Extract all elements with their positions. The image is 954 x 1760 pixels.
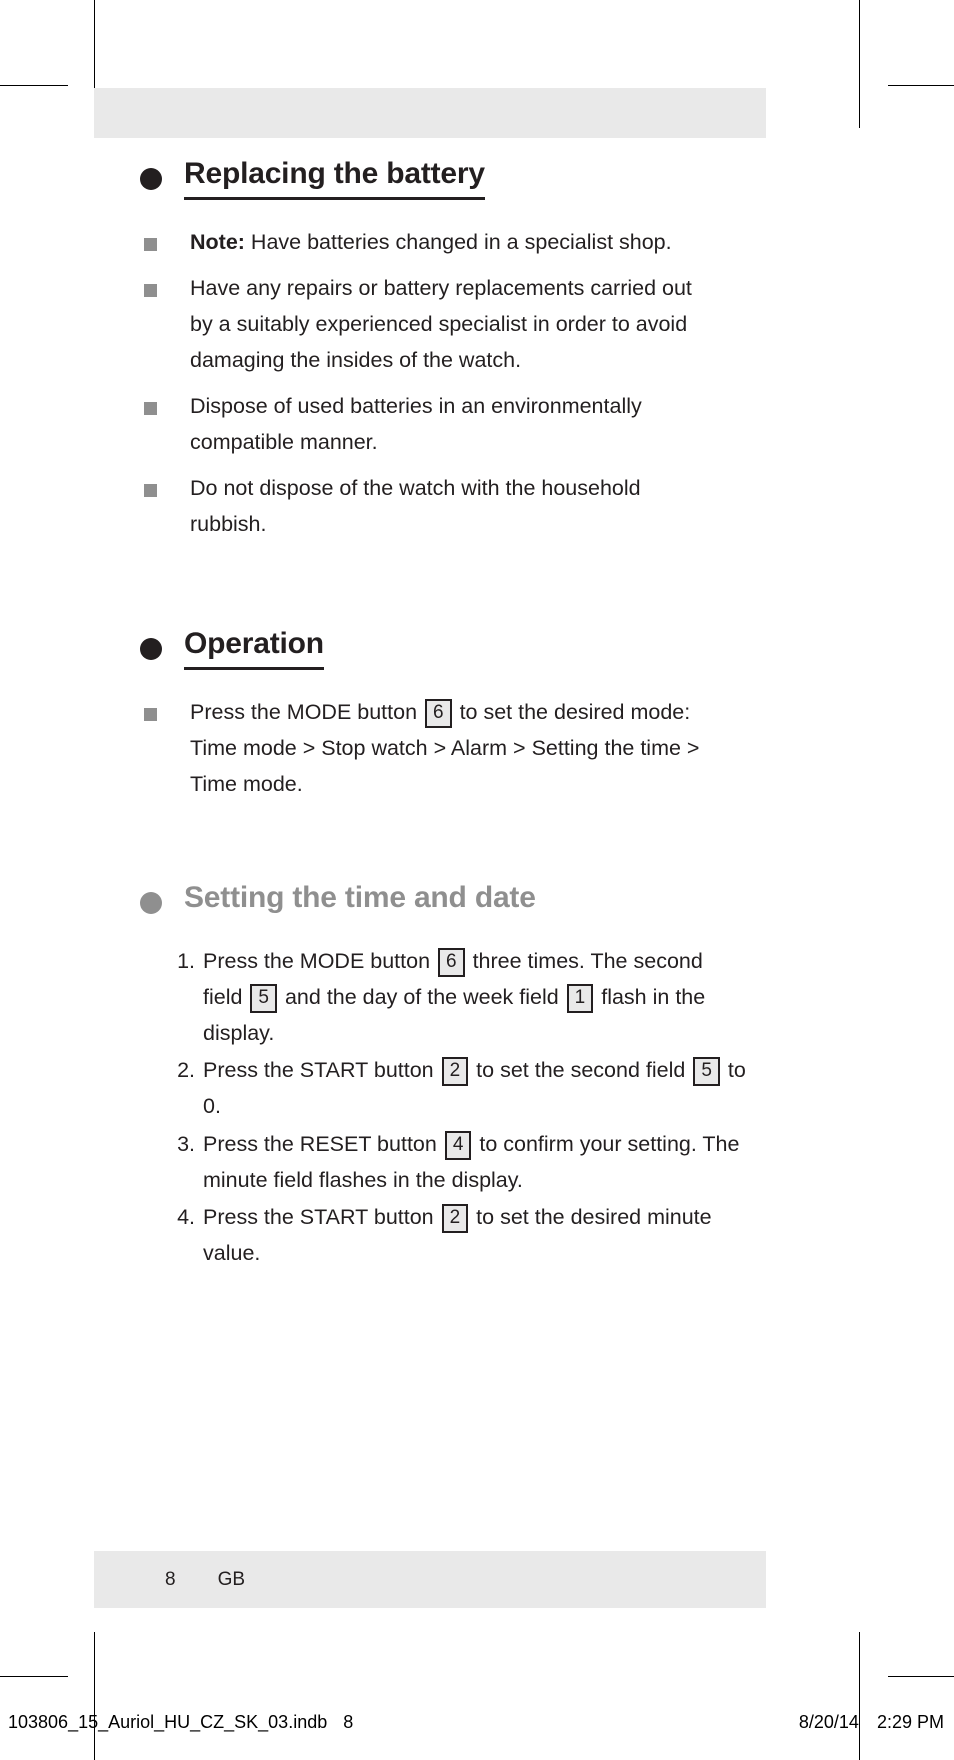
reference-number-box: 5 [693, 1057, 720, 1087]
section-heading-replacing-the-battery: Replacing the battery [94, 156, 766, 200]
list-item-text: Press the MODE button 6 to set the desir… [190, 699, 700, 797]
list-item-text: Press the MODE button 6 three times. The… [203, 947, 706, 1046]
print-slug-time: 2:29 PM [876, 1712, 944, 1732]
page-footer: 8 GB [94, 1551, 766, 1608]
page-content: Replacing the battery Note: Have batteri… [94, 140, 766, 1271]
crop-mark-top-right-horizontal [888, 85, 954, 86]
list-item-text: Have any repairs or battery replacements… [190, 275, 692, 372]
round-bullet-icon [140, 638, 162, 661]
bullet-list-replacing-the-battery: Note: Have batteries changed in a specia… [94, 224, 766, 543]
reference-number-box: 2 [441, 1057, 469, 1087]
square-bullet-icon [144, 237, 157, 251]
round-bullet-icon [140, 168, 162, 190]
list-item-text: Press the START button 2 to set the desi… [203, 1203, 712, 1265]
list-item-number: 2. [177, 1058, 195, 1083]
crop-mark-bottom-right-vertical [859, 1632, 860, 1760]
list-item: 1. Press the MODE button 6 three times. … [94, 943, 766, 1051]
reference-number-box: 6 [438, 947, 465, 977]
list-item-text: Dispose of used batteries in an environm… [190, 394, 642, 455]
list-item: Press the MODE button 6 to set the desir… [94, 694, 766, 802]
page-number: 8 [165, 1568, 176, 1590]
list-item: Dispose of used batteries in an environm… [94, 388, 766, 460]
bullet-list-operation: Press the MODE button 6 to set the desir… [94, 694, 766, 802]
list-item: Do not dispose of the watch with the hou… [94, 470, 766, 542]
list-item: Note: Have batteries changed in a specia… [94, 224, 766, 260]
reference-number-box: 2 [441, 1203, 469, 1233]
print-slug-left: 103806_15_Auriol_HU_CZ_SK_03.indb 8 [8, 1712, 353, 1733]
list-item-text: Press the START button 2 to set the seco… [203, 1057, 746, 1119]
crop-mark-bottom-left-horizontal [0, 1676, 68, 1677]
list-item-lead: Note: [190, 229, 245, 254]
list-item-text: Note: Have batteries changed in a specia… [190, 224, 672, 260]
crop-mark-bottom-left-vertical [94, 1632, 95, 1760]
square-bullet-icon [144, 708, 157, 722]
list-item-text: Press the RESET button 4 to confirm your… [203, 1130, 740, 1192]
list-item-number: 1. [177, 948, 195, 973]
reference-number-box: 4 [444, 1130, 472, 1160]
list-item-number: 3. [177, 1131, 195, 1156]
reference-number-box: 6 [425, 699, 452, 729]
print-slug-right: 8/20/14 2:29 PM [799, 1712, 944, 1733]
language-code: GB [217, 1568, 246, 1590]
numbered-list-setting-the-time-and-date: 1. Press the MODE button 6 three times. … [94, 943, 766, 1271]
list-item: 2. Press the START button 2 to set the s… [94, 1052, 766, 1124]
list-item-body: Have batteries changed in a specialist s… [244, 229, 672, 254]
section-heading-setting-the-time-and-date: Setting the time and date [94, 880, 766, 917]
list-item: Have any repairs or battery replacements… [94, 270, 766, 378]
crop-mark-bottom-right-horizontal [888, 1676, 954, 1677]
list-item: 4. Press the START button 2 to set the d… [94, 1199, 766, 1271]
list-item-number: 4. [177, 1204, 195, 1229]
crop-mark-top-left-horizontal [0, 85, 68, 86]
list-item-text: Do not dispose of the watch with the hou… [190, 476, 641, 537]
list-item: 3. Press the RESET button 4 to confirm y… [94, 1126, 766, 1198]
print-slug-line: 103806_15_Auriol_HU_CZ_SK_03.indb 8 8/20/… [0, 1712, 954, 1738]
crop-mark-top-right-vertical [859, 0, 860, 128]
reference-number-box: 1 [566, 984, 594, 1014]
section-heading-operation: Operation [94, 626, 766, 671]
heading-text: Operation [184, 626, 324, 671]
print-slug-page: 8 [343, 1712, 354, 1732]
heading-text: Setting the time and date [184, 881, 536, 915]
page-header-band [94, 88, 766, 138]
heading-text: Replacing the battery [184, 156, 485, 200]
square-bullet-icon [144, 283, 157, 297]
print-slug-filename: 103806_15_Auriol_HU_CZ_SK_03.indb [8, 1712, 328, 1732]
print-slug-date: 8/20/14 [798, 1712, 859, 1732]
reference-number-box: 5 [250, 984, 277, 1014]
square-bullet-icon [144, 402, 157, 416]
square-bullet-icon [144, 484, 157, 498]
round-bullet-icon [140, 892, 162, 915]
